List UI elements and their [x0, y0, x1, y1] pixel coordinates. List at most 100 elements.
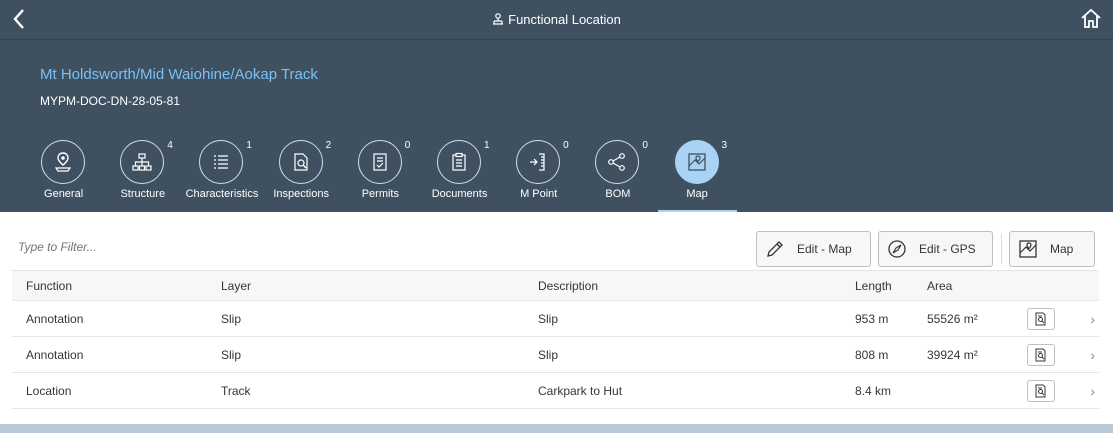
page-title-text: Functional Location: [508, 11, 621, 27]
tab-bom[interactable]: 0 BOM: [578, 140, 657, 212]
tab-map-circle: [674, 140, 719, 184]
cell-function: Location: [26, 383, 72, 398]
location-pin-icon: [54, 152, 72, 172]
column-header-description[interactable]: Description: [524, 271, 841, 301]
permit-icon: [373, 153, 387, 171]
cell-area: 39924 m²: [927, 347, 978, 362]
tab-structure[interactable]: 4 Structure: [103, 140, 182, 212]
cell-area: 55526 m²: [927, 311, 978, 326]
edit-gps-button[interactable]: Edit - GPS: [878, 231, 993, 267]
filter-input[interactable]: [18, 240, 418, 254]
column-header-layer[interactable]: Layer: [207, 271, 524, 301]
tab-label: Map: [686, 188, 708, 200]
edit-map-label: Edit - Map: [797, 242, 852, 256]
tab-label: M Point: [520, 188, 558, 200]
cell-action: [1013, 373, 1073, 409]
tab-inspections[interactable]: 2 Inspections: [262, 140, 341, 212]
tab-label: Permits: [361, 188, 399, 200]
cell-layer: Track: [221, 383, 251, 398]
tab-permits-circle: [357, 140, 402, 184]
hierarchy-icon: [132, 153, 152, 171]
cell-length: 808 m: [855, 347, 889, 362]
cell-description: Carkpark to Hut: [538, 383, 623, 398]
page-title: Functional Location: [0, 0, 1113, 38]
view-document-button[interactable]: [1027, 379, 1055, 402]
cell-function: Annotation: [26, 311, 84, 326]
map-icon: [687, 153, 706, 171]
tab-count: 0: [642, 140, 648, 151]
document-search-icon: [1035, 384, 1046, 397]
tab-count: 0: [563, 140, 569, 151]
tab-count: 3: [721, 140, 728, 151]
home-button[interactable]: [1079, 6, 1103, 32]
tab-label: Structure: [120, 188, 166, 200]
tab-m-point[interactable]: 0 M Point: [499, 140, 578, 212]
object-id: MYPM-DOC-DN-28-05-81: [40, 94, 181, 108]
column-header-nav: [1073, 271, 1099, 301]
cell-length: 953 m: [855, 311, 889, 326]
cell-area: [913, 373, 1013, 409]
tab-label: Characteristics: [185, 188, 259, 200]
cell-description: Slip: [538, 347, 559, 362]
cell-length: 8.4 km: [855, 383, 892, 398]
tab-count: 2: [325, 140, 332, 151]
list-icon: [214, 155, 229, 169]
table-row[interactable]: Location Track Carkpark to Hut 8.4 km ›: [12, 373, 1099, 409]
column-header-area[interactable]: Area: [913, 271, 1013, 301]
tab-count: 1: [483, 140, 490, 151]
tab-permits[interactable]: 0 Permits: [341, 140, 420, 212]
measure-point-icon: [530, 153, 545, 171]
table-row[interactable]: Annotation Slip Slip 808 m 39924 m² ›: [12, 337, 1099, 373]
view-document-button[interactable]: [1027, 343, 1055, 366]
cell-action: [1013, 337, 1073, 373]
row-navigation-chevron-icon[interactable]: ›: [1073, 337, 1099, 373]
cell-action: [1013, 301, 1073, 337]
inspection-icon: [293, 153, 308, 171]
compass-icon: [888, 240, 906, 258]
cell-layer: Slip: [221, 311, 242, 326]
clipboard-icon: [452, 152, 466, 171]
tab-characteristics[interactable]: 1 Characteristics: [182, 140, 261, 212]
cell-description: Slip: [538, 311, 559, 326]
share-icon: [608, 153, 626, 171]
footer-bar: [0, 424, 1113, 433]
tab-general[interactable]: General: [24, 140, 103, 212]
shell-bar: Functional Location: [0, 0, 1113, 40]
cell-function: Annotation: [26, 347, 84, 362]
tab-count: 4: [167, 140, 173, 151]
document-search-icon: [1035, 312, 1046, 325]
tab-label: Inspections: [273, 188, 329, 200]
tab-label: BOM: [605, 188, 631, 200]
tab-count: 1: [246, 140, 252, 151]
view-document-button[interactable]: [1027, 307, 1055, 330]
pencil-icon: [767, 241, 783, 257]
row-navigation-chevron-icon[interactable]: ›: [1073, 373, 1099, 409]
edit-gps-label: Edit - GPS: [919, 242, 976, 256]
tab-label: General: [44, 188, 84, 200]
map-section: Edit - Map Edit - GPS Map Function Layer…: [0, 212, 1113, 433]
tab-count: 0: [404, 140, 411, 151]
icon-tab-bar: General 4 Structure 1 Characteristics 2 …: [24, 140, 737, 212]
row-navigation-chevron-icon[interactable]: ›: [1073, 301, 1099, 337]
column-header-length[interactable]: Length: [841, 271, 913, 301]
map-button[interactable]: Map: [1009, 231, 1095, 267]
cell-layer: Slip: [221, 347, 242, 362]
tab-bom-circle: [595, 140, 640, 184]
tab-map[interactable]: 3 Map: [657, 140, 737, 212]
tab-m-point-circle: [516, 140, 561, 184]
column-header-action: [1013, 271, 1073, 301]
tab-label: Documents: [431, 188, 488, 200]
toolbar-separator: [1001, 234, 1002, 264]
tab-documents-circle: [436, 140, 481, 184]
tab-documents[interactable]: 1 Documents: [420, 140, 499, 212]
column-header-function[interactable]: Function: [12, 271, 207, 301]
tab-inspections-circle: [278, 140, 323, 184]
object-title: Mt Holdsworth/Mid Waiohine/Aokap Track: [40, 66, 318, 83]
edit-map-button[interactable]: Edit - Map: [756, 231, 871, 267]
table-row[interactable]: Annotation Slip Slip 953 m 55526 m² ›: [12, 301, 1099, 337]
map-label: Map: [1050, 242, 1074, 256]
map-objects-table: Function Layer Description Length Area A…: [12, 270, 1099, 409]
object-header: Mt Holdsworth/Mid Waiohine/Aokap Track M…: [0, 40, 1113, 212]
document-search-icon: [1035, 348, 1046, 361]
home-icon: [1081, 8, 1101, 28]
